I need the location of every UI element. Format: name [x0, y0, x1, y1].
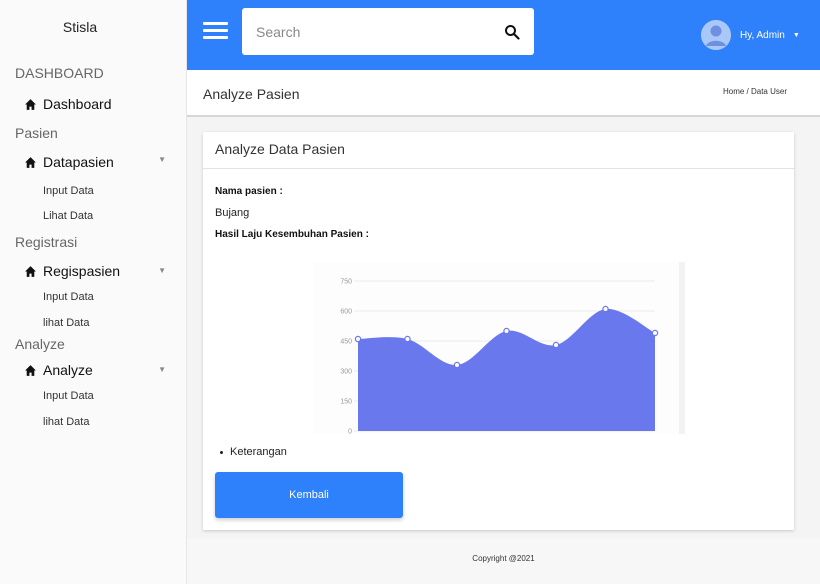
caret-down-icon: ▼: [792, 31, 800, 39]
sidebar-item-analyze[interactable]: Analyze ▼: [24, 360, 172, 380]
copyright-text: Copyright @2021: [472, 554, 535, 563]
y-tick-label: 0: [348, 429, 352, 435]
sidebar-subitem-input-data[interactable]: Input Data: [43, 291, 94, 303]
chevron-down-icon: ▼: [158, 155, 166, 164]
recovery-rate-label: Hasil Laju Kesembuhan Pasien :: [215, 229, 369, 240]
recovery-chart: 0 150 300 450 600 750: [313, 262, 685, 434]
y-tick-label: 750: [340, 279, 352, 286]
page-title: Analyze Pasien: [203, 86, 300, 102]
analyze-card: Analyze Data Pasien Nama pasien : Bujang…: [203, 132, 794, 530]
search-icon[interactable]: [504, 24, 520, 40]
search-box: [242, 8, 534, 55]
sidebar-section-dashboard: DASHBOARD: [15, 65, 104, 81]
sidebar-item-label: Datapasien: [43, 154, 114, 170]
y-tick-label: 450: [340, 339, 352, 346]
chevron-down-icon: ▼: [158, 365, 166, 374]
sidebar-section-registrasi: Registrasi: [15, 234, 78, 250]
user-menu[interactable]: Hy, Admin ▼: [701, 20, 800, 50]
user-name: Hy, Admin: [740, 29, 785, 41]
sidebar-item-label: Analyze: [43, 362, 93, 378]
chart-point: [552, 341, 560, 349]
chart-point: [354, 335, 362, 343]
sidebar-subitem-input-data[interactable]: Input Data: [43, 390, 94, 402]
chart-point: [602, 305, 609, 313]
patient-name-value: Bujang: [215, 207, 250, 219]
chart-point: [404, 335, 411, 343]
sidebar-item-label: Regispasien: [43, 263, 121, 279]
sidebar-subitem-lihat-data[interactable]: lihat Data: [43, 416, 89, 428]
page-header: Analyze Pasien Home / Data User: [187, 70, 820, 117]
chart-point: [503, 327, 510, 335]
sidebar: Stisla DASHBOARD Dashboard Pasien Datapa…: [0, 0, 187, 584]
user-avatar-icon: [701, 20, 731, 50]
chart-point: [651, 329, 659, 337]
sidebar-item-datapasien[interactable]: Datapasien ▼: [24, 152, 172, 172]
chart-point: [453, 361, 461, 369]
card-title: Analyze Data Pasien: [215, 141, 345, 157]
footer: Copyright @2021: [187, 538, 820, 584]
legend-label: Keterangan: [230, 446, 287, 458]
sidebar-item-dashboard[interactable]: Dashboard: [24, 94, 172, 114]
chart-legend: Keterangan: [220, 446, 287, 458]
brand-logo[interactable]: Stisla: [0, 19, 160, 35]
y-tick-label: 600: [340, 309, 352, 316]
search-input[interactable]: [242, 8, 492, 55]
y-tick-label: 300: [340, 369, 352, 376]
home-icon: [25, 364, 36, 376]
sidebar-subitem-input-data[interactable]: Input Data: [43, 185, 94, 197]
sidebar-subitem-lihat-data[interactable]: lihat Data: [43, 317, 89, 329]
home-icon: [25, 156, 36, 168]
breadcrumb: Home / Data User: [722, 87, 787, 96]
sidebar-section-analyze: Analyze: [15, 336, 65, 352]
hamburger-icon[interactable]: [203, 22, 228, 40]
top-navbar: Hy, Admin ▼: [187, 0, 820, 70]
sidebar-subitem-lihat-data[interactable]: Lihat Data: [43, 210, 93, 222]
chevron-down-icon: ▼: [158, 266, 166, 275]
home-icon: [25, 98, 36, 110]
sidebar-item-label: Dashboard: [43, 96, 112, 112]
sidebar-section-pasien: Pasien: [15, 125, 58, 141]
y-tick-label: 150: [340, 399, 352, 406]
patient-name-label: Nama pasien :: [215, 186, 283, 197]
card-header: Analyze Data Pasien: [203, 132, 794, 169]
home-icon: [25, 265, 36, 277]
sidebar-item-regispasien[interactable]: Regispasien ▼: [24, 261, 172, 281]
back-button[interactable]: Kembali: [215, 472, 403, 518]
